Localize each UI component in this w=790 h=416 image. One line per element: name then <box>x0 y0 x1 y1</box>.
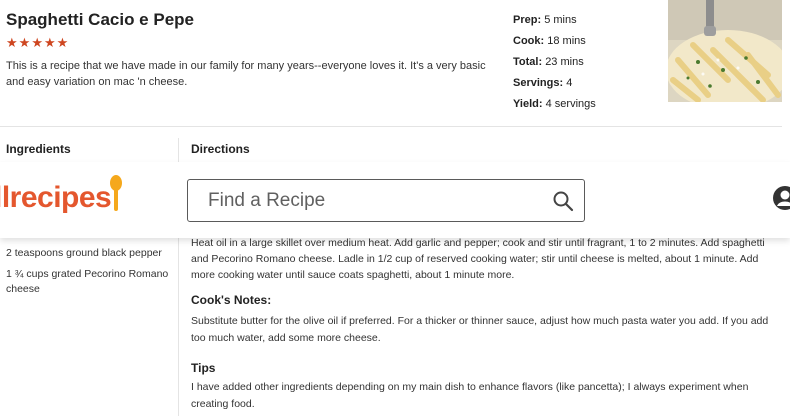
tips-body: I have added other ingredients depending… <box>191 381 749 410</box>
spoon-icon <box>109 174 123 222</box>
user-icon[interactable] <box>772 185 790 215</box>
star-icon: ★ <box>43 35 56 50</box>
pasta-photo-image <box>668 0 782 102</box>
ingredient-item[interactable]: 1 ¾ cups grated Pecorino Romano cheese <box>6 267 171 297</box>
section-divider <box>0 126 782 127</box>
ingredients-heading: Ingredients <box>6 142 71 156</box>
meta-value: 4 servings <box>545 98 596 110</box>
meta-row: Yield: 4 servings <box>513 94 596 115</box>
site-header: llrecipes <box>0 162 790 238</box>
star-icon: ★ <box>56 35 69 50</box>
meta-value: 4 <box>566 77 573 89</box>
meta-row: Servings: 4 <box>513 73 596 94</box>
meta-row: Total: 23 mins <box>513 52 596 73</box>
recipe-meta: Prep: 5 mins Cook: 18 mins Total: 23 mins S… <box>513 10 596 115</box>
meta-value: 23 mins <box>545 56 584 68</box>
recipe-description: This is a recipe that we have made in ou… <box>6 60 486 88</box>
meta-label: Cook: <box>513 35 545 47</box>
meta-label: Servings: <box>513 77 564 89</box>
meta-value: 5 mins <box>544 14 577 26</box>
tips-title: Tips <box>191 361 216 375</box>
meta-row: Prep: 5 mins <box>513 10 596 31</box>
logo-text: llrecipes <box>0 181 112 214</box>
search-box <box>187 179 585 222</box>
star-icon: ★ <box>18 35 31 50</box>
meta-row: Cook: 18 mins <box>513 31 596 52</box>
direction-step: Heat oil in a large skillet over medium … <box>191 237 765 281</box>
rating-stars[interactable]: ★ ★ ★ ★ ★ <box>6 36 68 49</box>
star-icon: ★ <box>6 35 18 50</box>
recipe-title: Spaghetti Cacio e Pepe <box>6 10 194 29</box>
cooks-notes-title: Cook's Notes: <box>191 293 272 307</box>
star-icon: ★ <box>31 35 43 50</box>
meta-label: Total: <box>513 56 543 68</box>
allrecipes-logo[interactable]: llrecipes <box>0 174 123 222</box>
meta-label: Prep: <box>513 14 542 26</box>
meta-value: 18 mins <box>547 35 586 47</box>
meta-label: Yield: <box>513 98 543 110</box>
search-input[interactable] <box>208 180 538 221</box>
ingredient-item[interactable]: 2 teaspoons ground black pepper <box>6 246 171 261</box>
search-icon[interactable] <box>552 190 574 212</box>
ingredients-list: 2 teaspoons ground black pepper 1 ¾ cups… <box>6 246 171 303</box>
recipe-photo[interactable] <box>668 0 782 102</box>
cooks-notes-body: Substitute butter for the olive oil if p… <box>191 315 769 344</box>
directions-heading: Directions <box>191 142 250 156</box>
